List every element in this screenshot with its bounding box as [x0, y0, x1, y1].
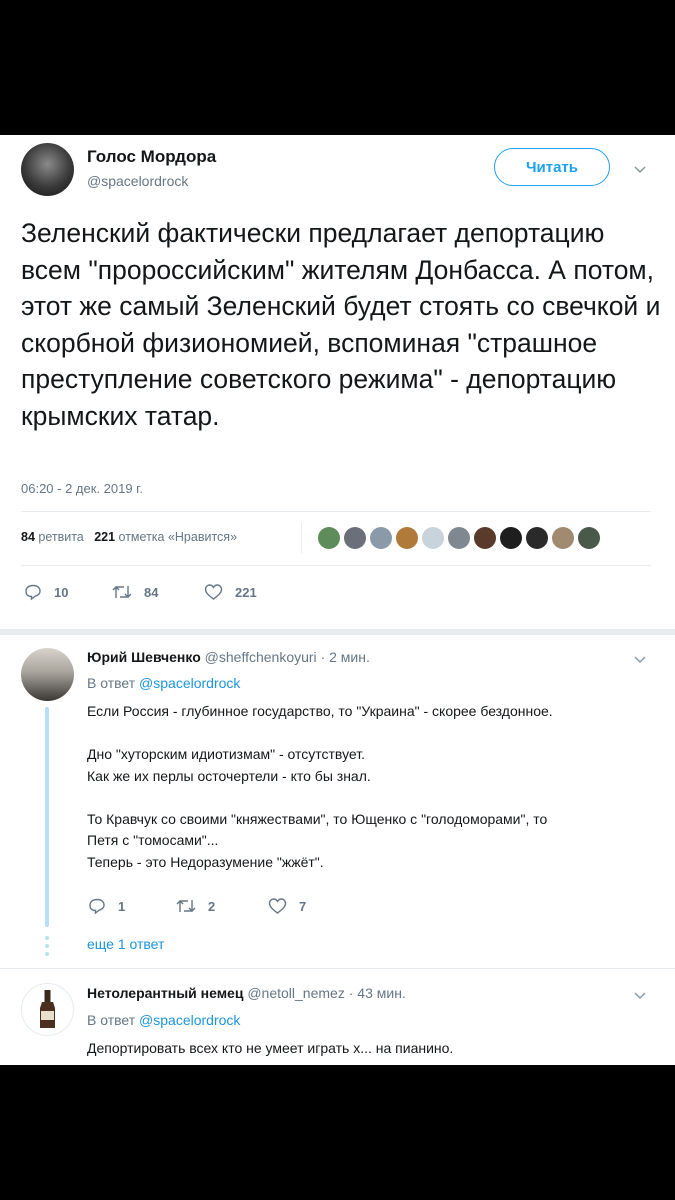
like-action[interactable]: 7 [268, 897, 306, 915]
retweet-action[interactable]: 84 [112, 583, 158, 601]
stats-separator [301, 523, 302, 553]
author-handle[interactable]: @spacelordrock [87, 173, 188, 189]
reply-display-name[interactable]: Юрий Шевченко [87, 649, 201, 665]
reply-text: Депортировать всех кто не умеет играть х… [87, 1040, 454, 1056]
reply-line [87, 787, 647, 809]
reply-to-prefix: В ответ [87, 1012, 136, 1028]
likes-label[interactable]: отметка «Нравится» [119, 530, 238, 544]
reply-to: В ответ @spacelordrock [87, 1012, 240, 1028]
divider [21, 565, 651, 566]
liker-avatar[interactable] [500, 527, 522, 549]
stats-row: 84 ретвита 221 отметка «Нравится» [21, 530, 237, 544]
reply-count: 1 [118, 898, 126, 914]
reply-time[interactable]: · 2 мин. [321, 649, 370, 665]
reply-header: Юрий Шевченко @sheffchenkoyuri · 2 мин. [87, 649, 370, 665]
like-icon [204, 584, 223, 600]
liker-avatar[interactable] [318, 527, 340, 549]
reply-header: Нетолерантный немец @netoll_nemez · 43 м… [87, 985, 406, 1001]
section-separator [0, 629, 675, 635]
liker-avatar[interactable] [344, 527, 366, 549]
reply-to-handle[interactable]: @spacelordrock [139, 675, 240, 691]
retweets-count[interactable]: 84 [21, 530, 35, 544]
chevron-down-icon[interactable] [634, 653, 646, 665]
reply-line: Дно "хуторским идиотизмам" - отсутствует… [87, 746, 365, 762]
show-more-replies[interactable]: еще 1 ответ [87, 936, 164, 952]
reply-avatar[interactable] [21, 983, 74, 1036]
divider [0, 968, 675, 969]
tweet-text: Зеленский фактически предлагает депортац… [21, 218, 661, 431]
thread-line [45, 707, 49, 927]
retweet-count: 84 [144, 584, 159, 600]
liker-avatar[interactable] [578, 527, 600, 549]
liker-avatar[interactable] [448, 527, 470, 549]
reply-icon [89, 898, 105, 915]
reply-avatar[interactable] [21, 648, 74, 701]
reply-line: Петя с "томосами"... [87, 832, 219, 848]
tweet-timestamp[interactable]: 06:20 - 2 дек. 2019 г. [21, 481, 143, 496]
chevron-down-icon[interactable] [634, 163, 646, 175]
reply-to: В ответ @spacelordrock [87, 675, 240, 691]
author-avatar[interactable] [21, 143, 74, 196]
like-action[interactable]: 221 [204, 583, 257, 601]
reply-line: Теперь - это Недоразумение "жжёт". [87, 853, 324, 870]
like-icon [268, 898, 287, 914]
retweet-count: 2 [208, 898, 216, 914]
retweets-label[interactable]: ретвита [38, 530, 83, 544]
tweet-page: Голос Мордора @spacelordrock Читать Зеле… [0, 135, 675, 1065]
reply-icon [25, 584, 41, 601]
liker-avatar[interactable] [474, 527, 496, 549]
liker-avatar[interactable] [422, 527, 444, 549]
reply-display-name[interactable]: Нетолерантный немец [87, 985, 243, 1001]
reply-to-handle[interactable]: @spacelordrock [139, 1012, 240, 1028]
reply-line: Если Россия - глубинное государство, то … [87, 703, 553, 719]
likes-count[interactable]: 221 [94, 530, 115, 544]
reply-time[interactable]: · 43 мин. [349, 985, 406, 1001]
author-display-name[interactable]: Голос Мордора [87, 147, 216, 167]
reply-to-prefix: В ответ [87, 675, 136, 691]
retweet-icon [176, 900, 196, 912]
liker-avatar[interactable] [396, 527, 418, 549]
reply-handle[interactable]: @sheffchenkoyuri [205, 649, 317, 665]
reply-line: То Кравчук со своими "княжествами", то Ю… [87, 810, 548, 827]
reply-count: 10 [54, 584, 69, 600]
chevron-down-icon[interactable] [634, 989, 646, 1001]
like-count: 7 [299, 898, 307, 914]
reply-line [87, 723, 647, 745]
reply-line: Как же их перлы осточертели - кто бы зна… [87, 767, 371, 784]
follow-button[interactable]: Читать [494, 148, 610, 186]
reply-action[interactable]: 1 [88, 897, 125, 915]
reply-handle[interactable]: @netoll_nemez [247, 985, 345, 1001]
liker-avatar[interactable] [370, 527, 392, 549]
reply-action[interactable]: 10 [24, 583, 68, 601]
bottle-icon [40, 990, 55, 1028]
divider [21, 511, 651, 512]
reply-text: Если Россия - глубинное государство, то … [87, 701, 647, 873]
retweet-action[interactable]: 2 [176, 897, 215, 915]
liker-avatar[interactable] [526, 527, 548, 549]
liker-avatar[interactable] [552, 527, 574, 549]
retweet-icon [112, 586, 132, 598]
like-count: 221 [235, 584, 257, 600]
thread-dots-icon [45, 936, 49, 956]
